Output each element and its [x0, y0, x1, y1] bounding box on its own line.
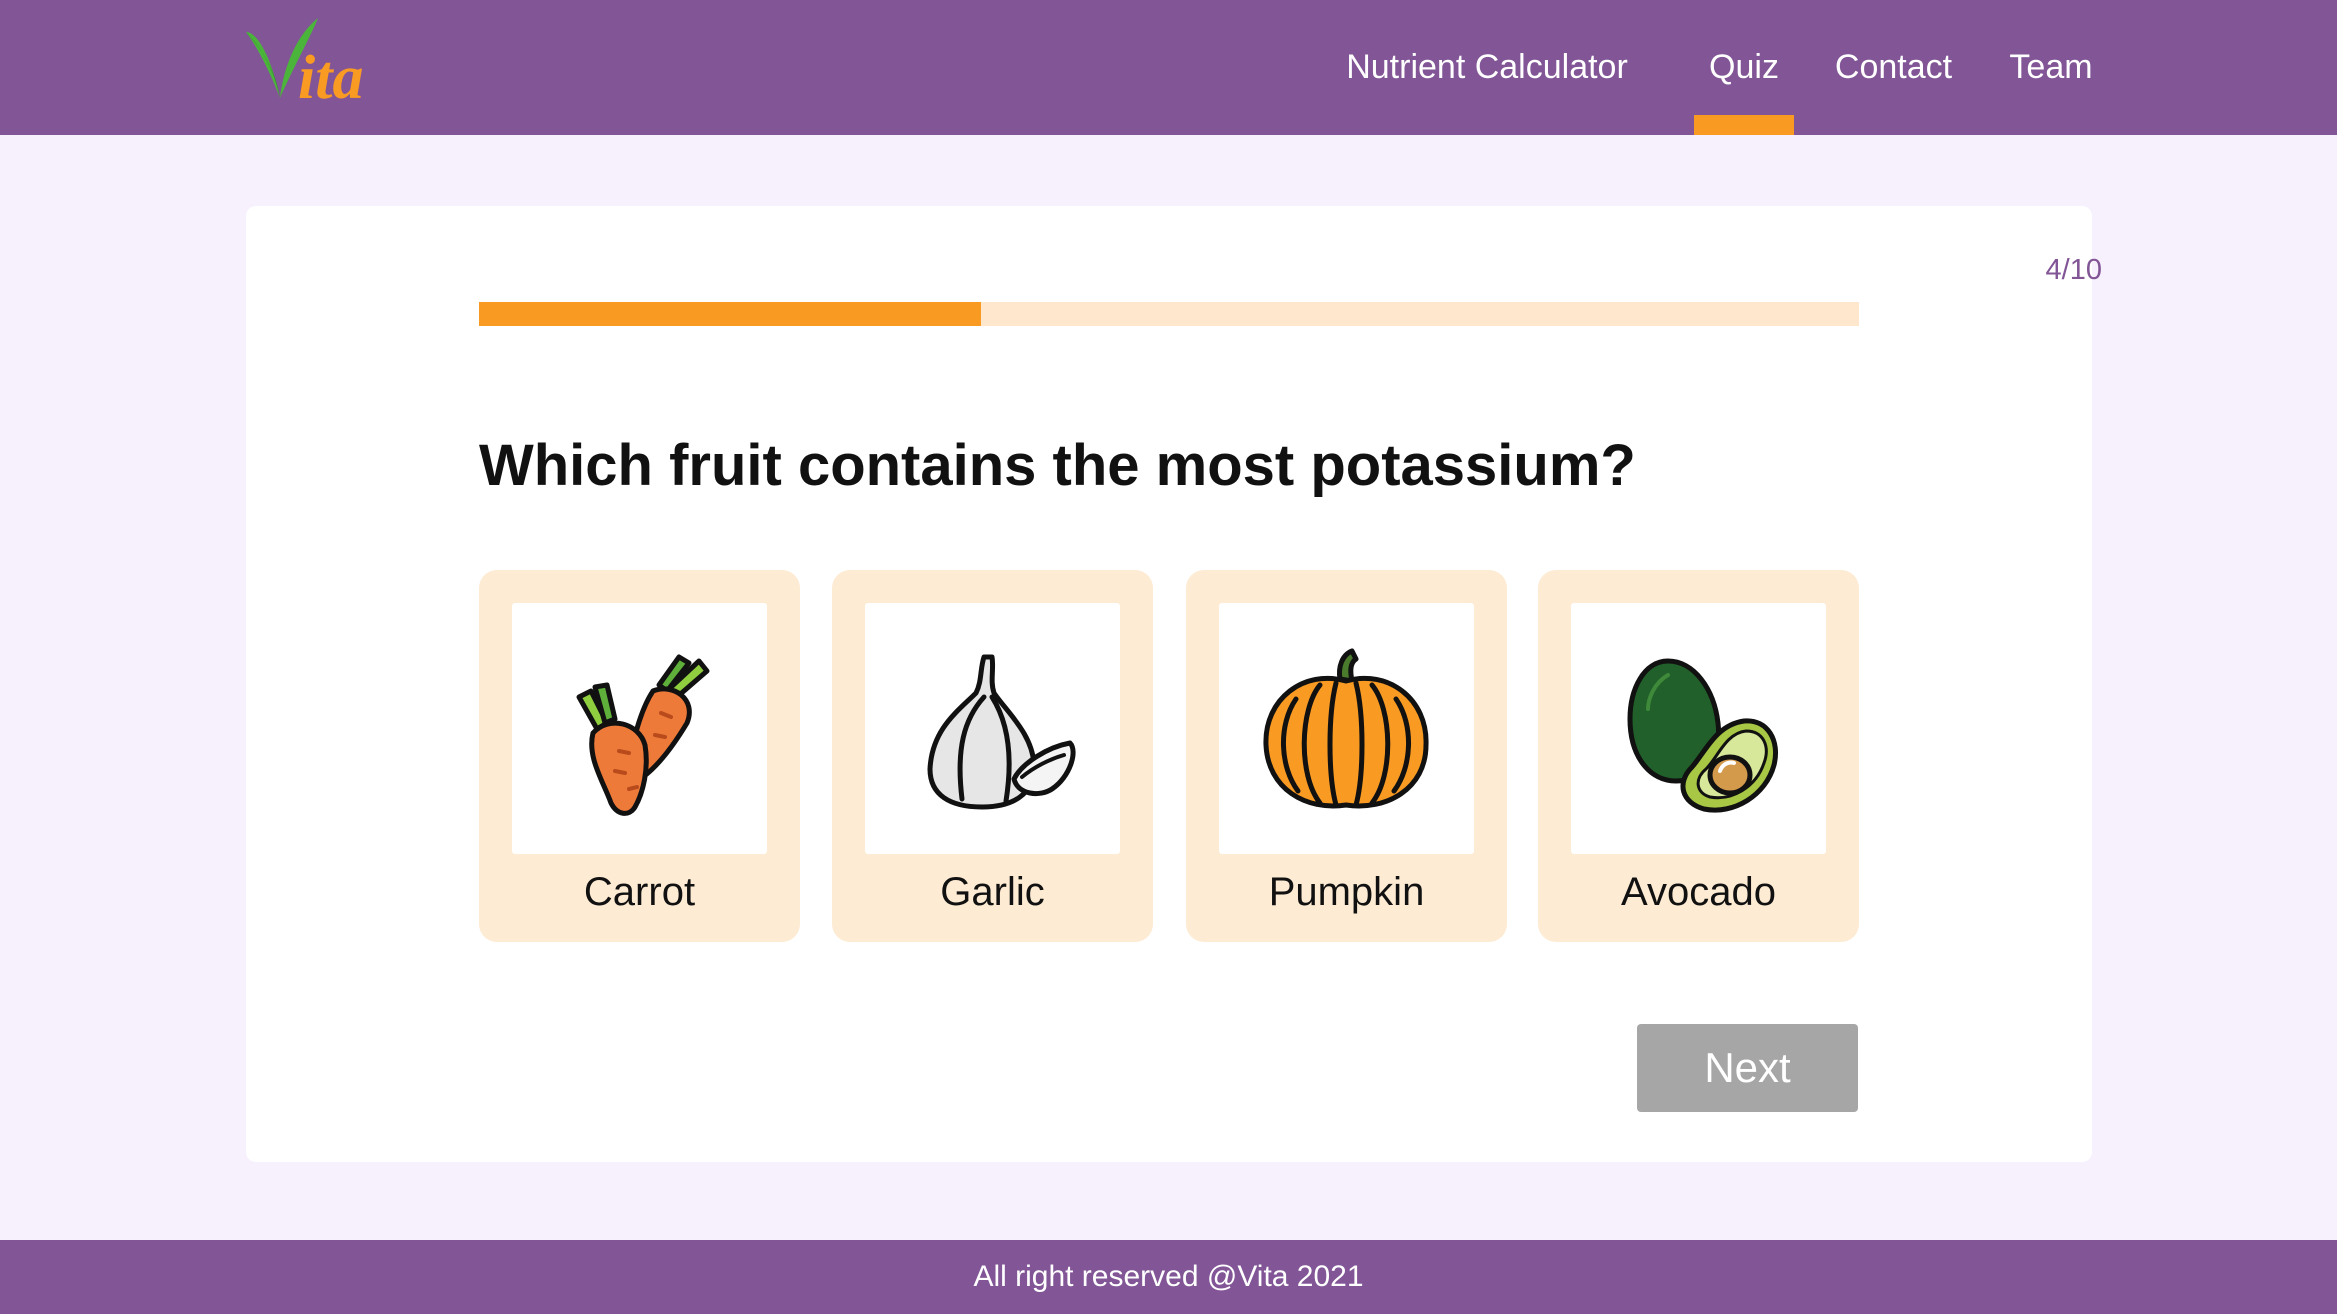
progress-bar-fill — [479, 302, 982, 326]
option-label-garlic: Garlic — [940, 870, 1045, 914]
option-avocado[interactable]: Avocado — [1538, 570, 1859, 942]
nav-quiz[interactable]: Quiz — [1694, 0, 1794, 135]
nav-nutrient-calculator[interactable]: Nutrient Calculator — [1337, 0, 1637, 135]
option-garlic[interactable]: Garlic — [832, 570, 1153, 942]
pumpkin-icon — [1263, 648, 1429, 809]
carrot-icon — [576, 654, 710, 816]
option-carrot[interactable]: Carrot — [479, 570, 800, 942]
nav-contact[interactable]: Contact — [1826, 0, 1961, 135]
progress-bar — [479, 302, 1859, 326]
next-button[interactable]: Next — [1637, 1024, 1858, 1112]
option-image — [865, 603, 1120, 854]
progress-counter: 4/10 — [2045, 254, 2102, 286]
option-pumpkin[interactable]: Pumpkin — [1186, 570, 1507, 942]
quiz-card: 4/10 Which fruit contains the most potas… — [246, 206, 2102, 1162]
garlic-icon — [927, 654, 1076, 810]
nav-team[interactable]: Team — [2001, 0, 2101, 135]
option-image — [1219, 603, 1474, 854]
option-image — [512, 603, 767, 854]
avocado-icon — [1627, 658, 1778, 813]
logo-wordmark: ita — [298, 44, 363, 112]
option-label-pumpkin: Pumpkin — [1268, 870, 1425, 914]
top-nav-bar: ita Nutrient Calculator Quiz Contact Tea… — [0, 0, 2337, 135]
option-image — [1571, 603, 1826, 854]
footer-copyright: All right reserved @Vita 2021 — [973, 1260, 1364, 1293]
vita-logo[interactable]: ita — [240, 12, 400, 112]
option-label-carrot: Carrot — [583, 870, 696, 914]
option-label-avocado: Avocado — [1621, 870, 1776, 914]
question-text: Which fruit contains the most potassium? — [479, 433, 1636, 498]
footer: All right reserved @Vita 2021 — [0, 1240, 2337, 1314]
